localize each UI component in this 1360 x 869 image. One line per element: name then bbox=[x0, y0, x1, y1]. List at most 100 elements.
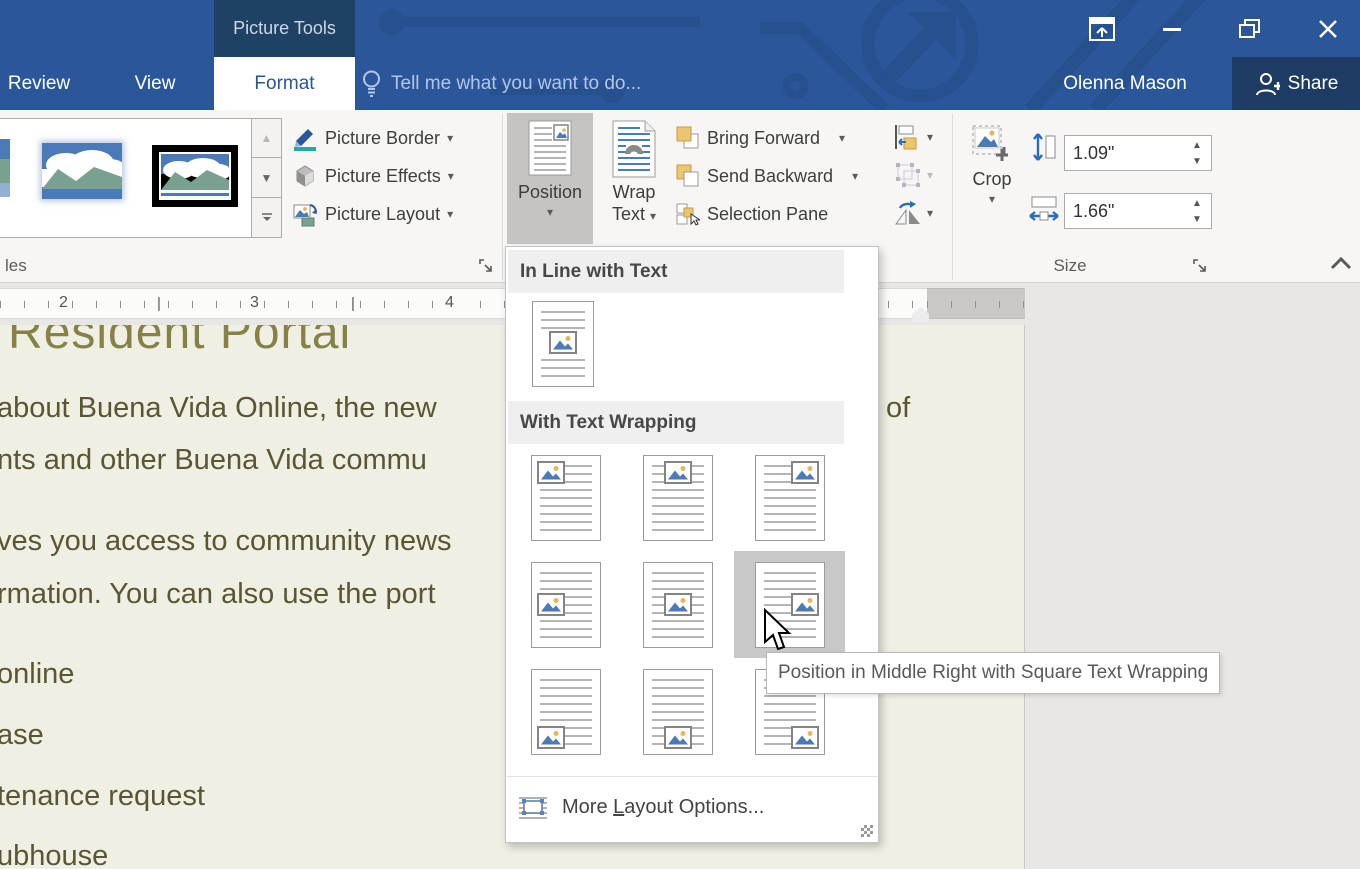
tab-format-label: Format bbox=[254, 73, 314, 95]
collapse-ribbon-icon[interactable] bbox=[1330, 256, 1352, 270]
selection-pane-button[interactable]: Selection Pane bbox=[676, 199, 828, 229]
size-group-label: Size bbox=[1040, 256, 1100, 276]
picture-styles-dialog-launcher-icon[interactable] bbox=[478, 258, 494, 274]
gallery-more-button[interactable] bbox=[252, 198, 282, 238]
document-text-line: ubhouse bbox=[0, 840, 108, 869]
position-option-bottom-left[interactable] bbox=[510, 658, 621, 765]
gallery-scroll-up-button[interactable]: ▲ bbox=[252, 118, 282, 158]
picture-border-button[interactable]: Picture Border▾ bbox=[292, 123, 453, 153]
ruler-half-tick: | bbox=[348, 295, 358, 312]
picture-border-icon bbox=[292, 125, 318, 151]
group-separator bbox=[502, 114, 503, 280]
tooltip: Position in Middle Right with Square Tex… bbox=[766, 652, 1220, 694]
picture-effects-button[interactable]: Picture Effects▾ bbox=[292, 161, 454, 191]
wrap-text-button[interactable]: Wrap Text ▾ bbox=[597, 113, 671, 244]
tab-format[interactable]: Format bbox=[214, 57, 355, 110]
title-bar: Picture Tools Review View Format bbox=[0, 0, 1360, 110]
ruler-number: 4 bbox=[441, 294, 458, 312]
picture-effects-icon bbox=[292, 163, 318, 189]
tell-me-placeholder: Tell me what you want to do... bbox=[391, 73, 641, 95]
tab-review[interactable]: Review bbox=[0, 57, 86, 110]
tab-view-label: View bbox=[135, 73, 176, 95]
position-option-middle-center[interactable] bbox=[622, 551, 733, 658]
picture-style-partial[interactable] bbox=[0, 139, 10, 203]
position-option-top-left[interactable] bbox=[510, 444, 621, 551]
ruler-number: 2 bbox=[55, 294, 72, 312]
crop-label: Crop bbox=[972, 168, 1011, 190]
position-option-top-center[interactable] bbox=[622, 444, 733, 551]
position-option-bottom-center[interactable] bbox=[622, 658, 733, 765]
document-text-line: of bbox=[886, 392, 910, 425]
rotate-objects-button[interactable]: ▾ bbox=[894, 196, 952, 230]
document-text-line: ase bbox=[0, 719, 44, 752]
tooltip-text: Position in Middle Right with Square Tex… bbox=[778, 662, 1208, 684]
shape-width-spinner[interactable]: ▲▼ bbox=[1187, 198, 1211, 225]
position-option-middle-left[interactable] bbox=[510, 551, 621, 658]
crop-button[interactable]: Crop ▾ bbox=[958, 113, 1026, 244]
picture-effects-label: Picture Effects bbox=[325, 166, 441, 187]
bring-forward-button[interactable]: Bring Forward▾ bbox=[676, 123, 845, 153]
position-option-inline-with-text[interactable] bbox=[532, 301, 594, 387]
shape-width-value: 1.66" bbox=[1065, 201, 1187, 222]
shape-height-spinner[interactable]: ▲▼ bbox=[1187, 140, 1211, 167]
selection-pane-label: Selection Pane bbox=[707, 204, 828, 225]
tell-me-box[interactable]: Tell me what you want to do... bbox=[362, 57, 641, 110]
send-backward-icon bbox=[676, 164, 700, 188]
picture-style-black-frame[interactable] bbox=[152, 145, 238, 207]
ruler-half-tick: | bbox=[154, 295, 164, 312]
group-icon bbox=[894, 162, 922, 188]
shape-width-field[interactable]: 1.66" ▲▼ bbox=[1064, 193, 1212, 229]
send-backward-button[interactable]: Send Backward▾ bbox=[676, 161, 858, 191]
position-option-top-right[interactable] bbox=[734, 444, 845, 551]
align-objects-button[interactable]: ▾ bbox=[894, 120, 952, 154]
tab-view[interactable]: View bbox=[108, 57, 202, 110]
horizontal-ruler-margin[interactable] bbox=[927, 288, 1025, 319]
picture-layout-label: Picture Layout bbox=[325, 204, 440, 225]
mouse-cursor bbox=[762, 608, 792, 652]
close-icon bbox=[1318, 19, 1338, 39]
minimize-button[interactable] bbox=[1148, 8, 1196, 50]
signed-in-user[interactable]: Olenna Mason bbox=[1035, 57, 1215, 110]
wrap-text-icon bbox=[612, 120, 656, 178]
shape-height-value: 1.09" bbox=[1065, 143, 1187, 164]
wrap-text-label-2: Text bbox=[612, 204, 645, 224]
document-text-line: rmation. You can also use the port bbox=[0, 578, 436, 611]
document-text-line: about Buena Vida Online, the new bbox=[0, 392, 437, 425]
menu-section-wrap-header: With Text Wrapping bbox=[508, 401, 844, 444]
mountain-scene-icon bbox=[161, 154, 229, 198]
document-text-line: tenance request bbox=[0, 780, 205, 813]
contextual-tab-header: Picture Tools bbox=[214, 0, 355, 57]
restore-icon bbox=[1239, 19, 1261, 39]
word-window: Picture Tools Review View Format bbox=[0, 0, 1360, 869]
bring-forward-icon bbox=[676, 126, 700, 150]
more-layout-options-item[interactable]: More Layout Options... bbox=[506, 784, 880, 830]
tab-review-label: Review bbox=[8, 73, 70, 95]
document-text-line: ves you access to community news bbox=[0, 525, 452, 558]
more-layout-options-label: More Layout Options... bbox=[562, 796, 764, 819]
more-layout-options-icon bbox=[518, 795, 548, 819]
close-button[interactable] bbox=[1304, 8, 1352, 50]
share-button[interactable]: Share bbox=[1232, 57, 1360, 110]
gallery-scroll-down-button[interactable]: ▼ bbox=[252, 158, 282, 198]
group-separator bbox=[952, 114, 953, 280]
ribbon-display-options-icon bbox=[1089, 17, 1115, 41]
user-name-label: Olenna Mason bbox=[1063, 73, 1187, 95]
menu-separator bbox=[507, 776, 878, 777]
group-objects-button[interactable]: ▾ bbox=[894, 158, 952, 192]
share-label: Share bbox=[1288, 73, 1339, 95]
ribbon-display-options-button[interactable] bbox=[1078, 8, 1126, 50]
share-person-icon bbox=[1254, 72, 1280, 96]
shape-height-field[interactable]: 1.09" ▲▼ bbox=[1064, 135, 1212, 171]
lightbulb-icon bbox=[362, 70, 381, 97]
picture-layout-button[interactable]: Picture Layout▾ bbox=[292, 199, 453, 229]
restore-button[interactable] bbox=[1226, 8, 1274, 50]
picture-border-label: Picture Border bbox=[325, 128, 440, 149]
menu-resize-grip[interactable] bbox=[861, 825, 873, 837]
size-dialog-launcher-icon[interactable] bbox=[1192, 258, 1208, 274]
ruler-number: 3 bbox=[246, 294, 263, 312]
picture-styles-gallery[interactable] bbox=[0, 118, 252, 238]
position-button[interactable]: Position ▾ bbox=[507, 113, 593, 244]
picture-style-soft-edge[interactable] bbox=[42, 143, 122, 199]
bring-forward-label: Bring Forward bbox=[707, 128, 820, 149]
position-icon bbox=[528, 120, 572, 178]
